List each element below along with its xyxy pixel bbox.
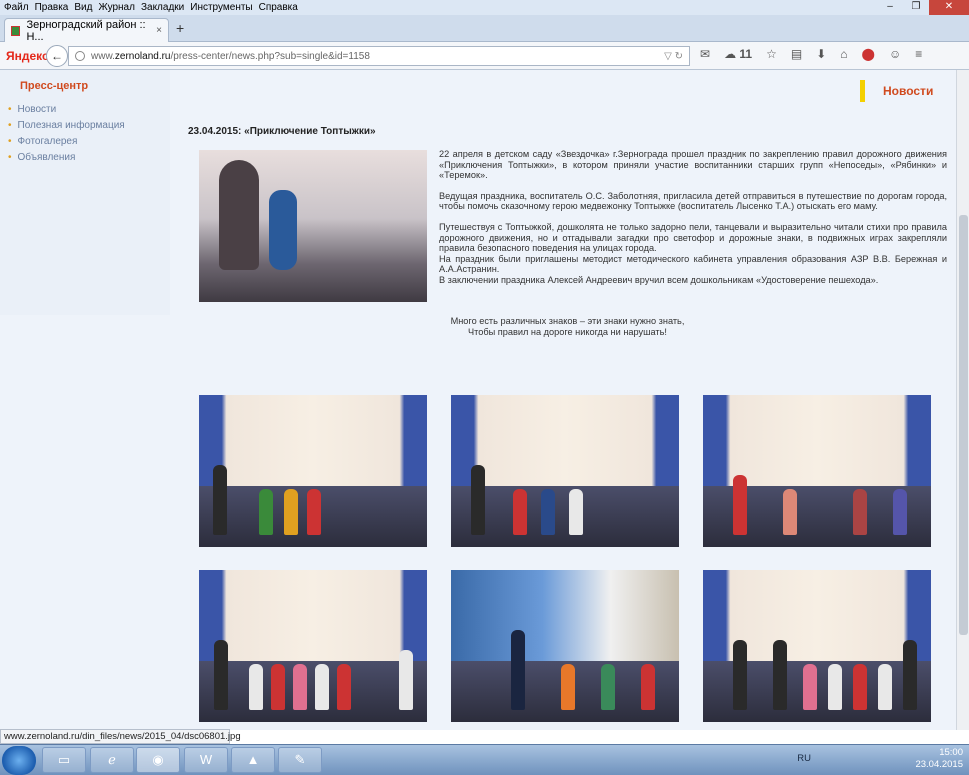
tab-close-icon[interactable]: ×: [156, 25, 162, 36]
page-content: Пресс-центр Новости Полезная информация …: [0, 70, 956, 730]
windows-taskbar: ▭ ℯ ◉ W ▲ ✎ RU 15:00 23.04.2015: [0, 744, 969, 775]
internet-explorer-icon[interactable]: ℯ: [90, 747, 134, 773]
menu-file[interactable]: Файл: [4, 2, 29, 13]
vertical-scrollbar[interactable]: [956, 70, 969, 730]
system-tray: RU 15:00 23.04.2015: [797, 747, 963, 771]
explorer-icon[interactable]: ▭: [42, 747, 86, 773]
start-button[interactable]: [2, 746, 36, 775]
gallery-photo[interactable]: [703, 395, 931, 547]
gallery-photo[interactable]: [199, 395, 427, 547]
gallery-photo[interactable]: [451, 570, 679, 722]
menu-bookmarks[interactable]: Закладки: [141, 2, 184, 13]
menu-help[interactable]: Справка: [259, 2, 298, 13]
article-paragraph: Ведущая праздника, воспитатель О.С. Забо…: [439, 190, 947, 212]
menu-history[interactable]: Журнал: [98, 2, 135, 13]
sidebar-item-announcements[interactable]: Объявления: [8, 152, 125, 163]
weather-icon[interactable]: ☁ 11: [724, 47, 752, 61]
mail-icon[interactable]: ✉: [700, 47, 710, 61]
download-icon[interactable]: ⬇: [816, 47, 826, 61]
article-paragraph: Путешествуя с Топтыжкой, дошколята не то…: [439, 221, 947, 254]
sidebar-item-useful-info[interactable]: Полезная информация: [8, 120, 125, 131]
gallery-photo[interactable]: [703, 570, 931, 722]
close-icon[interactable]: ✕: [929, 0, 969, 15]
minimize-icon[interactable]: ‒: [877, 0, 903, 15]
paint-icon[interactable]: ✎: [278, 747, 322, 773]
word-icon[interactable]: W: [184, 747, 228, 773]
poem-line: Много есть различных знаков – эти знаки …: [450, 316, 685, 326]
mail-count: 11: [739, 47, 753, 61]
sidebar-item-news[interactable]: Новости: [8, 104, 125, 115]
url-host: zernoland.ru: [114, 50, 171, 62]
site-favicon-icon: [11, 25, 21, 36]
menu-icon[interactable]: ≡: [915, 47, 922, 61]
new-tab-button[interactable]: +: [176, 20, 184, 36]
section-badge-bar: [860, 80, 865, 102]
language-indicator[interactable]: RU: [797, 753, 811, 765]
section-title: Новости: [883, 84, 934, 98]
toolbar-icons: ✉ ☁ 11 ☆ ▤ ⬇ ⌂ ⬤ ☺ ≡: [700, 47, 936, 61]
maximize-icon[interactable]: ❐: [903, 0, 929, 15]
section-badge: Новости: [860, 80, 933, 102]
sidebar-heading[interactable]: Пресс-центр: [20, 80, 88, 92]
address-bar[interactable]: www. zernoland.ru/press-center/news.php?s…: [68, 46, 690, 66]
article-main-photo[interactable]: [199, 150, 427, 302]
article-title: 23.04.2015: «Приключение Топтыжки»: [188, 126, 376, 137]
scrollbar-thumb[interactable]: [959, 215, 968, 635]
sidebar-item-photogallery[interactable]: Фотогалерея: [8, 136, 125, 147]
adblock-icon[interactable]: ⬤: [862, 47, 875, 61]
sidebar-menu: Новости Полезная информация Фотогалерея …: [8, 104, 125, 168]
menu-view[interactable]: Вид: [74, 2, 92, 13]
app-triangle-icon[interactable]: ▲: [231, 747, 275, 773]
chat-icon[interactable]: ☺: [889, 47, 901, 61]
firefox-icon[interactable]: ◉: [136, 747, 180, 773]
gallery-photo[interactable]: [451, 395, 679, 547]
globe-icon: [75, 51, 85, 61]
clock-time[interactable]: 15:00: [915, 747, 963, 759]
yandex-logo[interactable]: Яндекс: [6, 49, 49, 63]
tab-bar: Зерноградский район :: Н... × +: [0, 15, 969, 43]
article-paragraph: 22 апреля в детском саду «Звездочка» г.З…: [439, 149, 947, 181]
reload-icon[interactable]: ▽ ↻: [664, 51, 683, 62]
url-prefix: www.: [91, 50, 115, 62]
clock-date[interactable]: 23.04.2015: [915, 759, 963, 771]
bookmark-star-icon[interactable]: ☆: [766, 47, 777, 61]
status-bar-link: www.zernoland.ru/din_files/news/2015_04/…: [0, 729, 241, 744]
article-poem: Много есть различных знаков – эти знаки …: [440, 316, 695, 338]
navigation-bar: Яндекс ← www. zernoland.ru/press-center/n…: [0, 42, 969, 70]
menu-bar: Файл Правка Вид Журнал Закладки Инструме…: [0, 0, 969, 15]
gallery-photo[interactable]: [199, 570, 427, 722]
window-controls: ‒ ❐ ✕: [877, 0, 969, 15]
article-body: 22 апреля в детском саду «Звездочка» г.З…: [439, 149, 947, 286]
menu-edit[interactable]: Правка: [35, 2, 69, 13]
sidebar: Пресс-центр Новости Полезная информация …: [0, 70, 170, 315]
back-button[interactable]: ←: [46, 44, 68, 67]
poem-line: Чтобы правил на дороге никогда ни наруша…: [468, 327, 667, 337]
tab-zernoland[interactable]: Зерноградский район :: Н... ×: [4, 18, 169, 43]
home-icon[interactable]: ⌂: [840, 47, 847, 61]
bookmarks-list-icon[interactable]: ▤: [791, 47, 802, 61]
article-paragraph: На праздник были приглашены методист мет…: [439, 253, 947, 275]
menu-tools[interactable]: Инструменты: [190, 2, 252, 13]
tab-title: Зерноградский район :: Н...: [26, 18, 146, 43]
article-paragraph: В заключении праздника Алексей Андреевич…: [439, 274, 879, 285]
url-path: /press-center/news.php?sub=single&id=115…: [170, 50, 370, 62]
